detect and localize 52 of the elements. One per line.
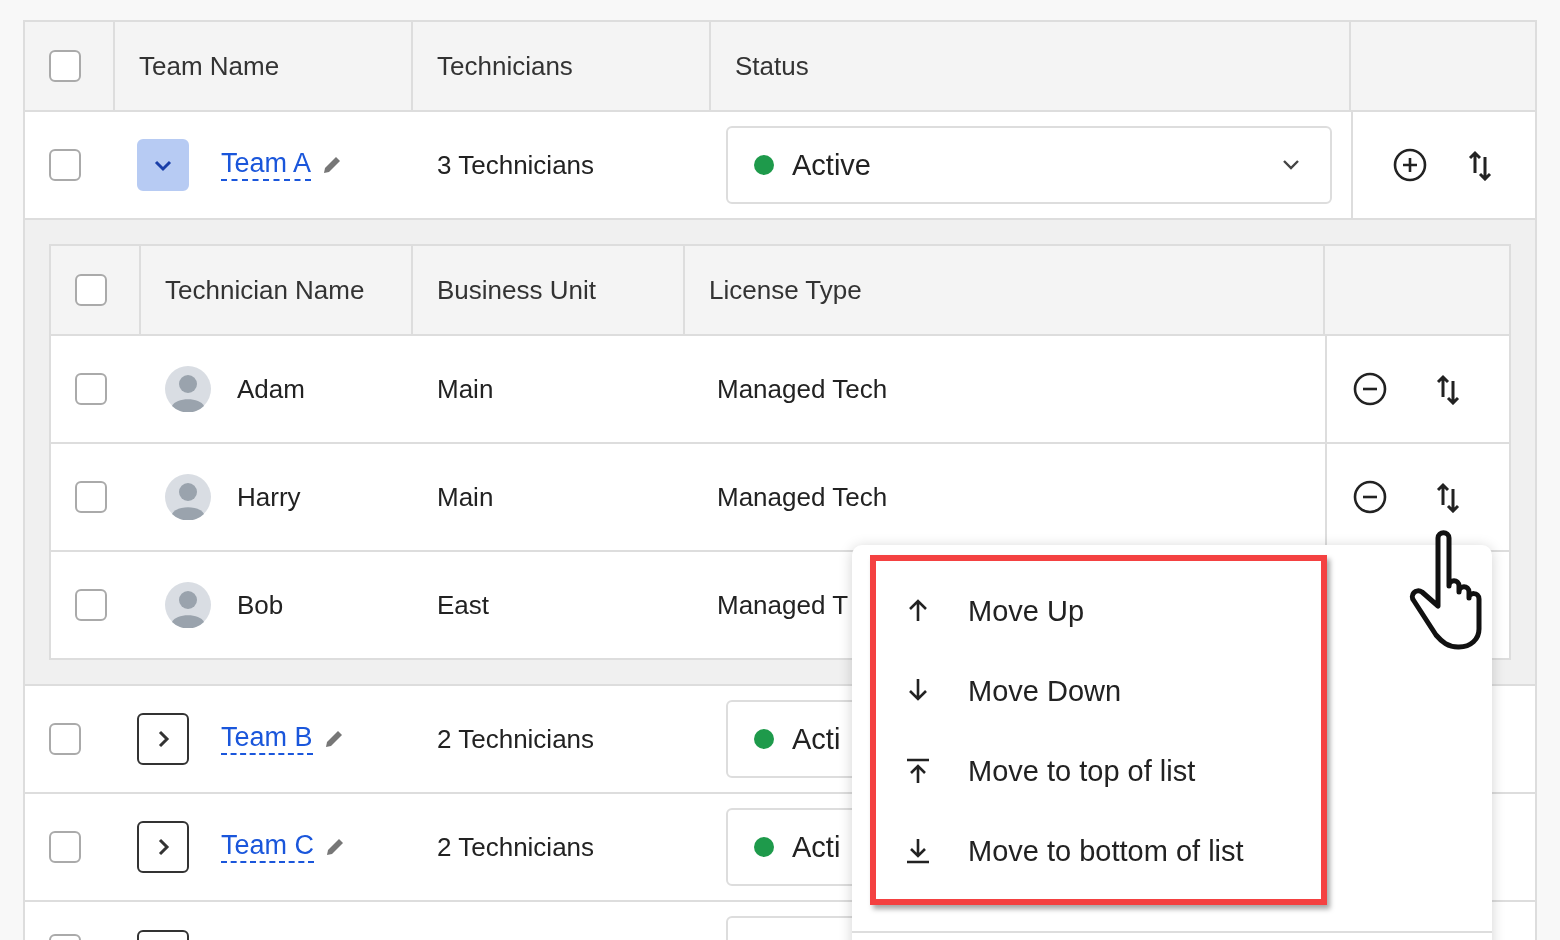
avatar-icon [165, 366, 211, 412]
remove-icon[interactable] [1353, 480, 1387, 514]
status-dot-icon [754, 837, 774, 857]
checkbox[interactable] [49, 723, 81, 755]
sort-icon[interactable] [1435, 373, 1461, 405]
team-link[interactable]: Team C [221, 831, 315, 863]
menu-item[interactable]: Move to top of list [876, 731, 1321, 811]
column-header: License Type [709, 274, 862, 306]
technician-count: 2 Technicians [436, 723, 595, 755]
status-dot-icon [754, 155, 774, 175]
sort-icon[interactable] [1467, 149, 1493, 181]
column-header: Technician Name [165, 274, 365, 306]
menu-item[interactable]: Move Down [876, 651, 1321, 731]
expand-button[interactable] [137, 821, 189, 873]
status-dot-icon [754, 729, 774, 749]
technician-name: Bob [237, 589, 284, 621]
collapse-button[interactable] [137, 139, 189, 191]
business-unit: Main [436, 481, 494, 513]
menu-item[interactable]: Move Up [876, 571, 1321, 651]
column-header: Status [735, 50, 809, 82]
checkbox[interactable] [75, 373, 107, 405]
column-header: Business Unit [437, 274, 596, 306]
license-type: Managed Tech [717, 373, 888, 405]
checkbox[interactable] [75, 274, 107, 306]
checkbox[interactable] [49, 50, 81, 82]
chevron-down-icon [1282, 159, 1300, 171]
sort-icon[interactable] [1435, 481, 1461, 513]
technician-name: Harry [237, 481, 301, 513]
technician-count: 3 Technicians [436, 149, 595, 181]
column-header: Technicians [437, 50, 573, 82]
technician-count: 2 Technicians [436, 831, 595, 863]
checkbox[interactable] [49, 831, 81, 863]
menu-item[interactable]: Move to bottom of list [876, 811, 1321, 891]
arrow-bottom-icon [905, 837, 931, 865]
status-dropdown[interactable]: Active [726, 126, 1332, 204]
add-icon[interactable] [1393, 148, 1427, 182]
avatar-icon [165, 474, 211, 520]
checkbox[interactable] [49, 149, 81, 181]
technician-name: Adam [237, 373, 305, 405]
column-header: Team Name [139, 50, 280, 82]
checkbox[interactable] [75, 481, 107, 513]
arrow-top-icon [905, 757, 931, 785]
license-type: Managed Tech [717, 481, 888, 513]
business-unit: East [436, 589, 490, 621]
business-unit: Main [436, 373, 494, 405]
avatar-icon [165, 582, 211, 628]
expand-button[interactable] [137, 713, 189, 765]
team-link[interactable]: Team B [221, 723, 313, 755]
remove-icon[interactable] [1353, 372, 1387, 406]
checkbox[interactable] [75, 589, 107, 621]
team-link[interactable]: Team A [221, 149, 312, 181]
license-type: Managed T [717, 589, 849, 621]
